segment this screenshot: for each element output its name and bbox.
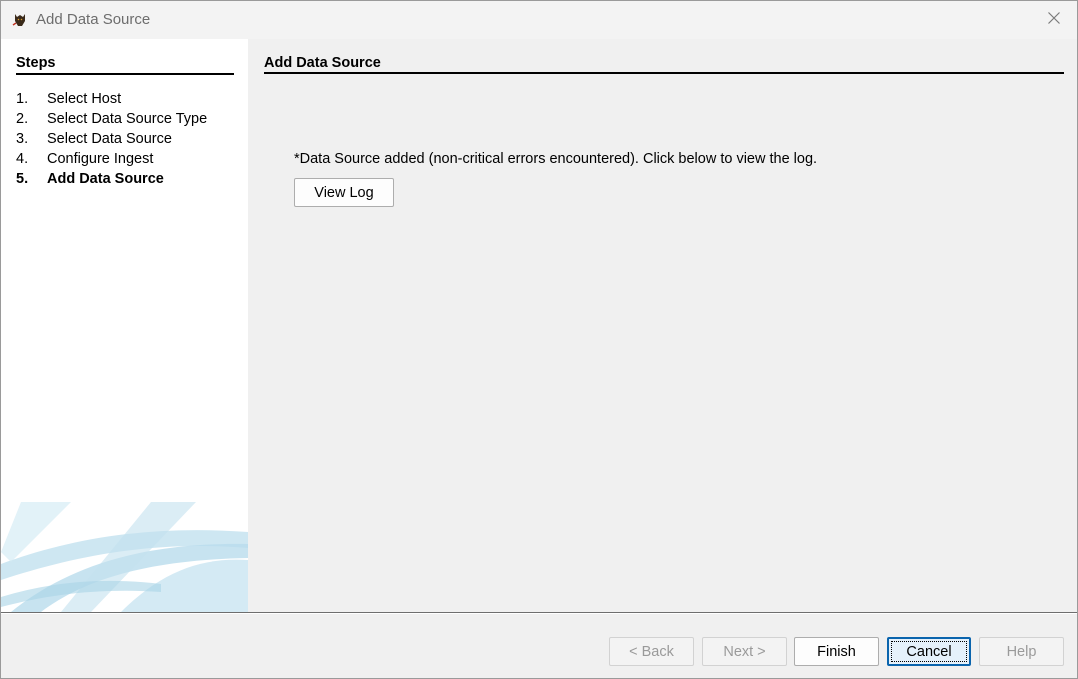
footer-divider-highlight [1,613,1077,614]
step-label: Add Data Source [47,171,164,187]
back-button[interactable]: < Back [609,637,694,666]
step-label: Select Data Source [47,131,172,147]
close-button[interactable] [1031,1,1077,39]
step-label: Configure Ingest [47,151,154,167]
close-icon [1048,11,1060,29]
window-title: Add Data Source [36,11,151,28]
view-log-button[interactable]: View Log [294,178,394,207]
step-number: 3. [16,131,29,147]
step-label: Select Host [47,91,122,107]
app-logo-icon [12,12,28,28]
step-number: 5. [16,171,29,187]
cancel-button-label: Cancel [906,643,952,660]
cancel-button[interactable]: Cancel [887,637,971,666]
step-number: 2. [16,111,29,127]
decorative-swoosh-graphic [1,502,248,612]
title-divider [264,72,1064,74]
page-title: Add Data Source [264,55,381,71]
title-bar: Add Data Source [1,1,1077,39]
next-button[interactable]: Next > [702,637,787,666]
status-message: *Data Source added (non-critical errors … [294,151,818,167]
help-button[interactable]: Help [979,637,1064,666]
step-number: 4. [16,151,29,167]
steps-panel: Steps 1. Select Host 2. Select Data Sour… [1,39,248,612]
step-number: 1. [16,91,29,107]
finish-button[interactable]: Finish [794,637,879,666]
steps-heading: Steps [16,55,56,71]
add-data-source-dialog: Add Data Source Steps 1. Select Host 2. … [0,0,1078,679]
steps-divider [16,73,234,75]
step-label: Select Data Source Type [47,111,208,127]
